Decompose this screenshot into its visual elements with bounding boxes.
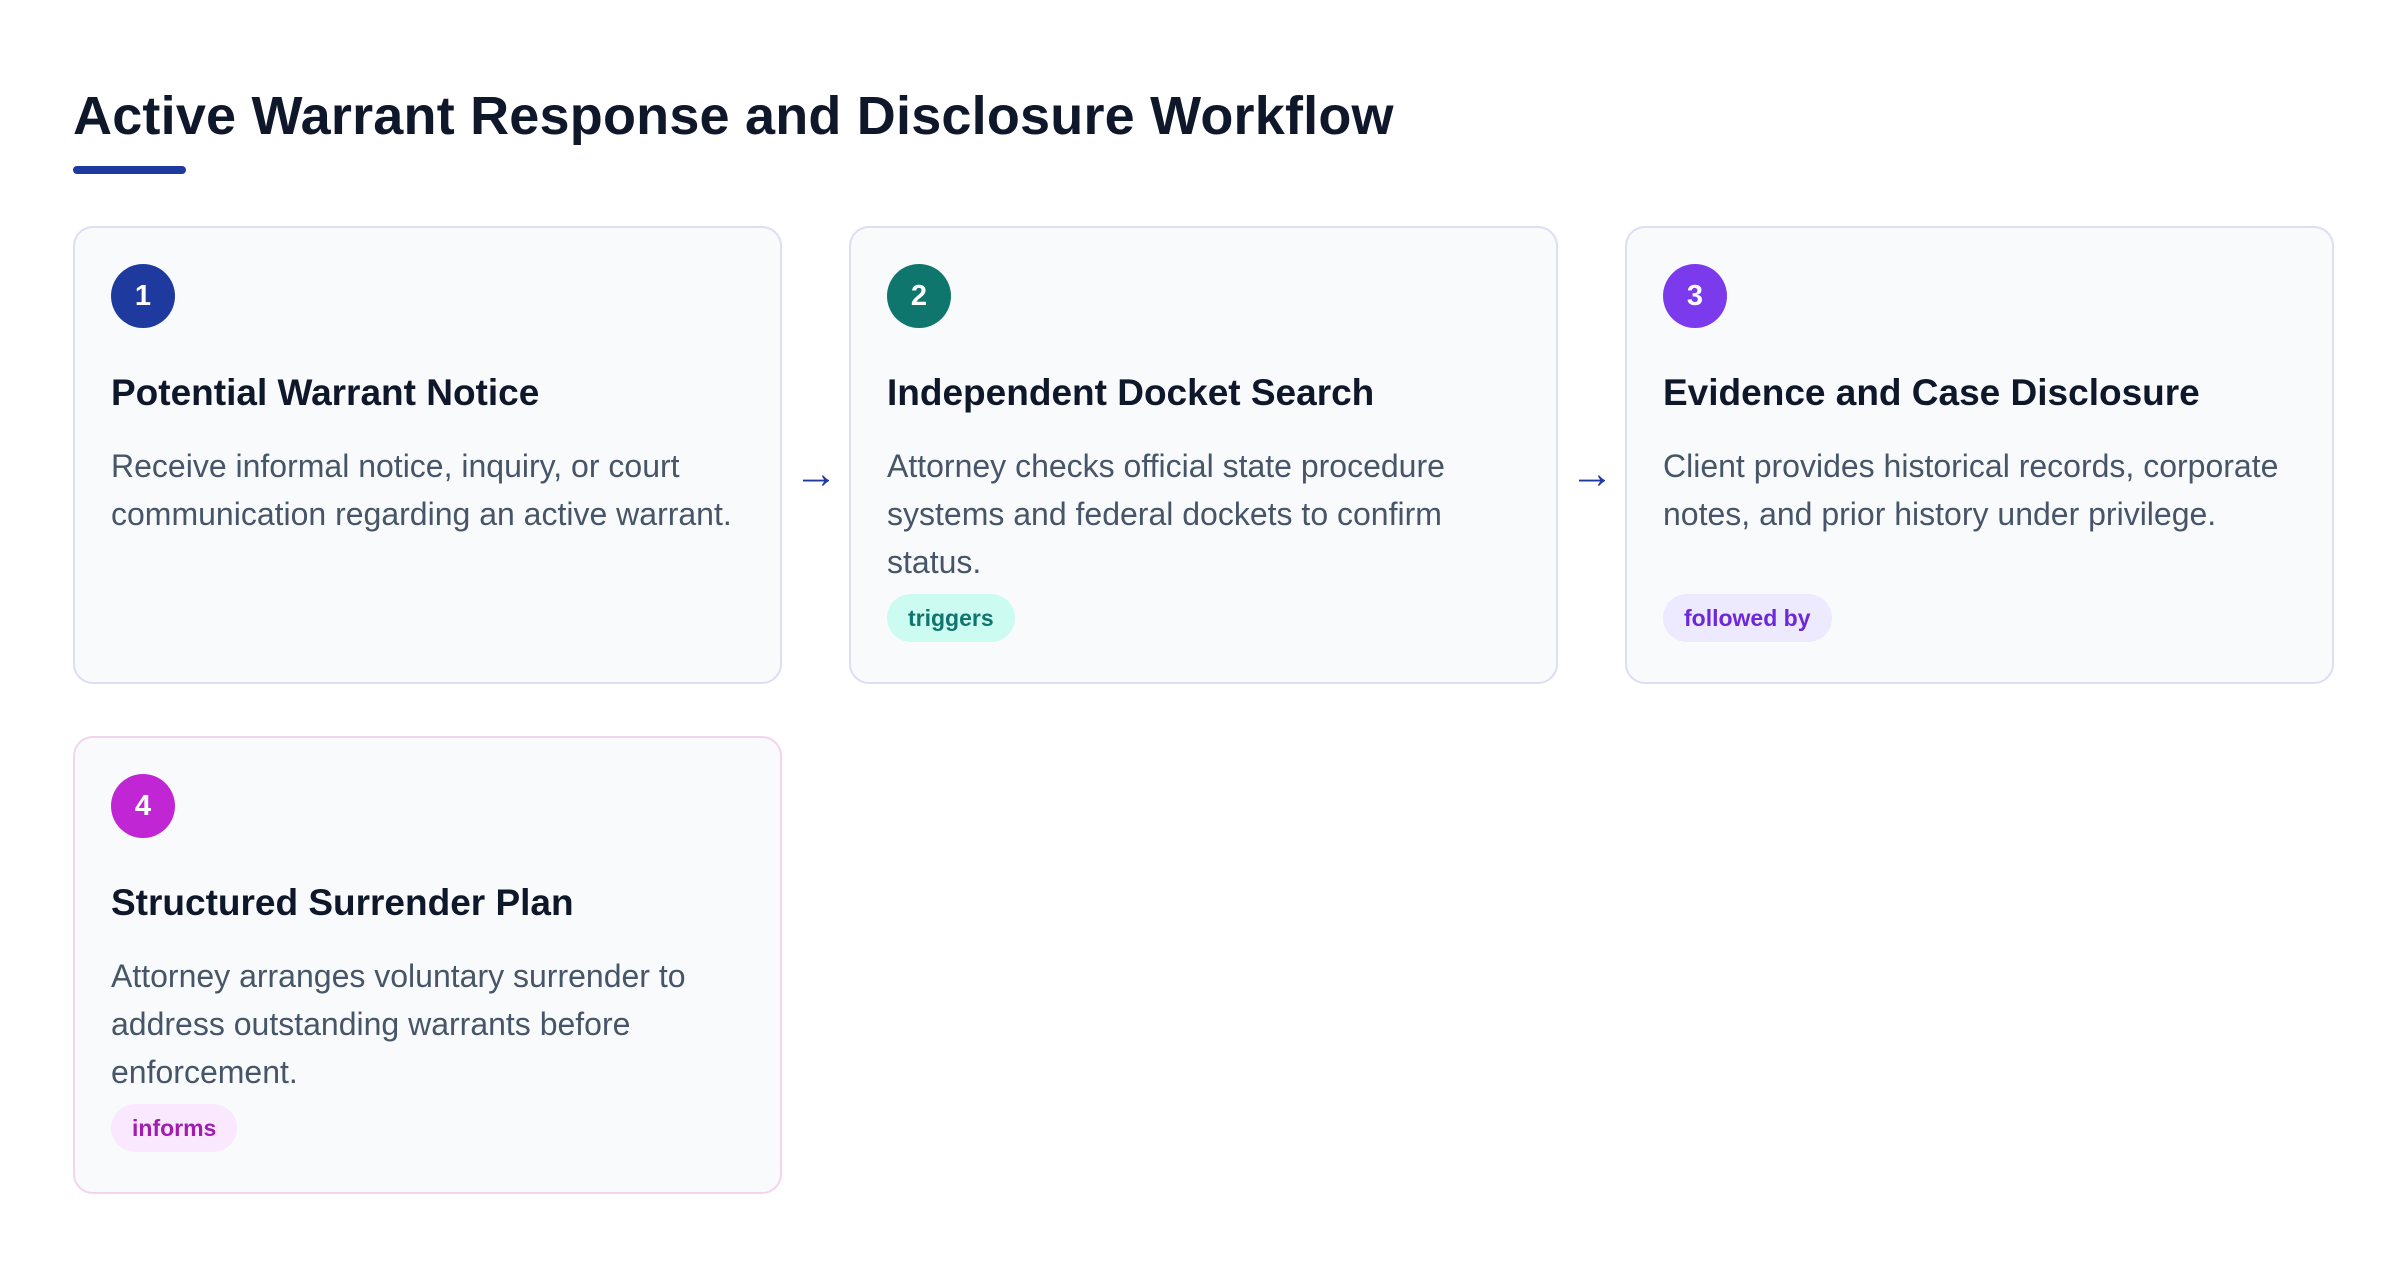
step-number-badge: 2 (887, 264, 951, 328)
workflow-page: Active Warrant Response and Disclosure W… (73, 80, 2343, 1194)
step-title: Independent Docket Search (887, 372, 1375, 413)
step-card-4: 4 Structured Surrender Plan Attorney arr… (73, 736, 782, 1194)
step-title: Evidence and Case Disclosure (1663, 372, 2200, 413)
relation-tag: triggers (887, 594, 1015, 642)
page-title: Active Warrant Response and Disclosure W… (73, 86, 1394, 146)
step-card-3: 3 Evidence and Case Disclosure Client pr… (1625, 226, 2334, 684)
step-number-badge: 4 (111, 774, 175, 838)
step-card-1: 1 Potential Warrant Notice Receive infor… (73, 226, 782, 684)
relation-tag: informs (111, 1104, 238, 1152)
step-description: Attorney checks official state procedure… (887, 448, 1445, 580)
relation-tag: followed by (1663, 594, 1832, 642)
step-description: Client provides historical records, corp… (1663, 448, 2279, 532)
arrow-right-icon: → (1570, 449, 1614, 498)
step-description: Receive informal notice, inquiry, or cou… (111, 448, 732, 532)
step-description: Attorney arranges voluntary surrender to… (111, 958, 686, 1090)
step-card-2: 2 Independent Docket Search Attorney che… (849, 226, 1558, 684)
step-title: Potential Warrant Notice (111, 372, 540, 413)
title-underline (73, 166, 186, 174)
step-number-badge: 3 (1663, 264, 1727, 328)
arrow-right-icon: → (794, 449, 838, 498)
step-number-badge: 1 (111, 264, 175, 328)
step-title: Structured Surrender Plan (111, 882, 574, 923)
